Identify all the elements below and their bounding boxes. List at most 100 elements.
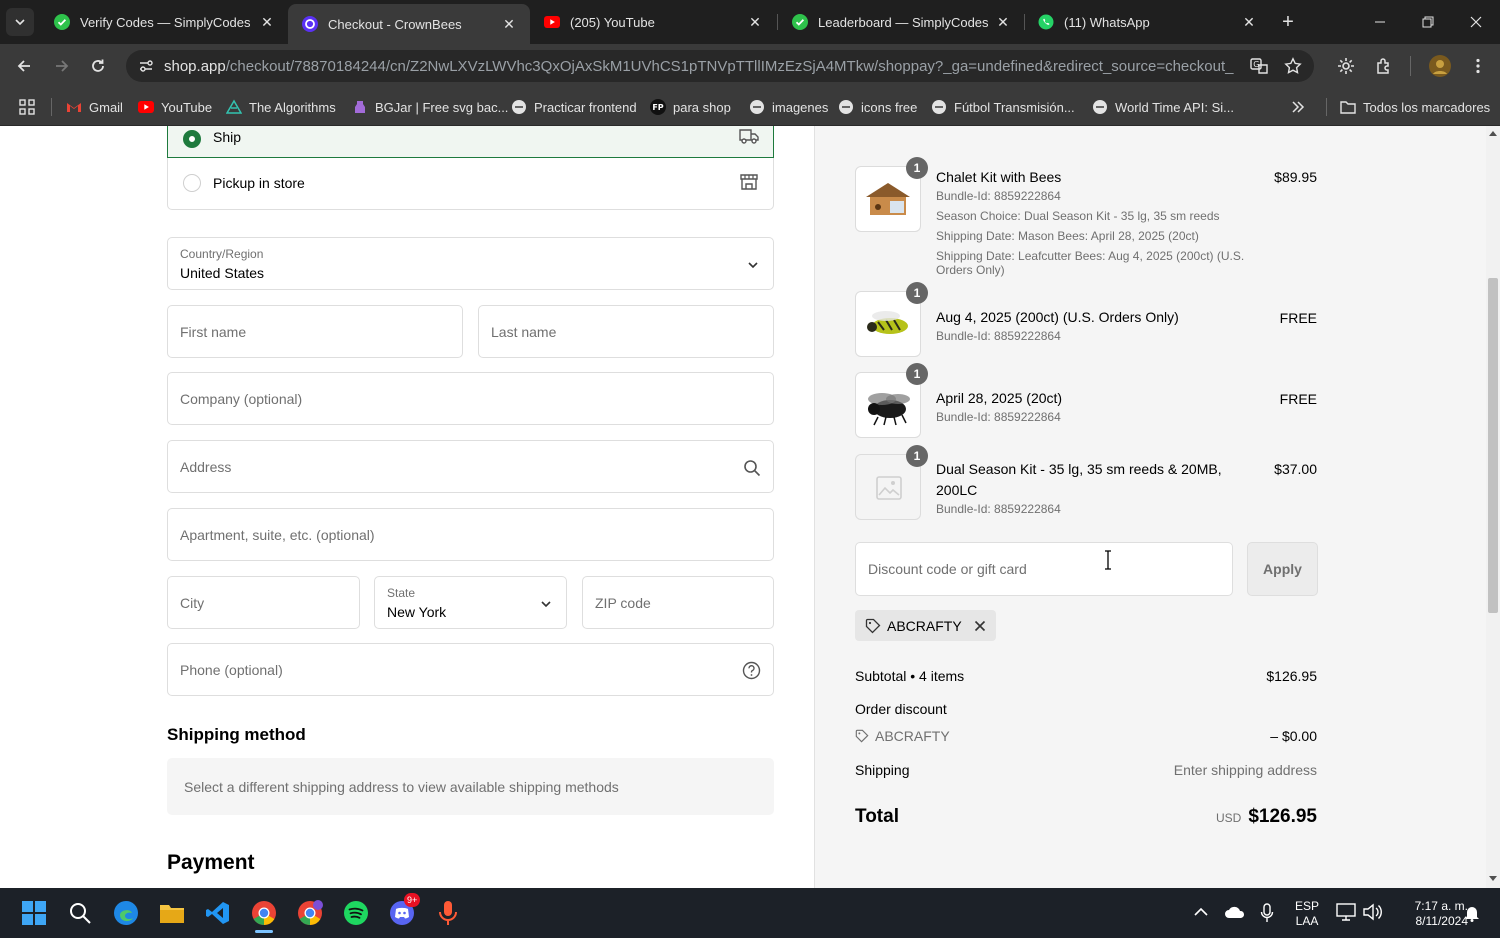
tab-search-button[interactable] <box>6 8 34 36</box>
help-circle-icon[interactable] <box>742 661 761 680</box>
bookmark-gmail[interactable]: Gmail <box>66 97 123 117</box>
volume-icon[interactable] <box>1362 903 1382 921</box>
site-info-icon[interactable] <box>138 58 154 74</box>
company-field[interactable]: Company (optional) <box>167 372 774 425</box>
microphone-icon[interactable] <box>1260 903 1274 923</box>
apps-button[interactable] <box>18 97 36 117</box>
bookmark-icons-free[interactable]: icons free <box>838 97 917 117</box>
tab-leaderboard[interactable]: Leaderboard — SimplyCodes ✕ <box>778 0 1024 44</box>
taskbar-spotify[interactable] <box>340 897 372 929</box>
language-indicator[interactable]: ESP LAA <box>1290 899 1324 929</box>
phone-field[interactable]: Phone (optional) <box>167 643 774 696</box>
taskbar-edge[interactable] <box>110 897 142 929</box>
bookmark-label: Todos los marcadores <box>1363 99 1491 115</box>
taskbar-recorder[interactable] <box>432 897 464 929</box>
quantity-badge: 1 <box>906 363 928 385</box>
close-tab-icon[interactable]: ✕ <box>994 13 1012 31</box>
close-tab-icon[interactable]: ✕ <box>1240 13 1258 31</box>
network-icon[interactable] <box>1336 903 1356 921</box>
order-summary-column: 1 Chalet Kit with Bees $89.95 Bundle-Id:… <box>814 126 1486 888</box>
total-value: $126.95 <box>1248 806 1317 827</box>
address-bar[interactable]: shop.app/checkout/78870184244/cn/Z2NwLXV… <box>126 50 1314 82</box>
close-icon <box>1470 16 1482 28</box>
gmail-icon <box>67 103 81 112</box>
clock[interactable]: 7:17 a. m. 8/11/2024 <box>1392 899 1468 929</box>
extension-gear-icon <box>1338 58 1354 74</box>
bookmark-star-icon[interactable] <box>1284 57 1302 75</box>
onedrive-icon[interactable] <box>1224 905 1246 919</box>
bookmark-futbol[interactable]: Fútbol Transmisión... <box>931 97 1075 117</box>
folder-icon <box>160 905 184 923</box>
taskbar-discord[interactable]: 9+ <box>386 893 421 929</box>
start-button[interactable] <box>18 897 50 929</box>
extension-button[interactable] <box>1332 52 1360 80</box>
restore-button[interactable] <box>1404 0 1452 44</box>
chevron-up-icon[interactable] <box>1194 907 1208 917</box>
close-tab-icon[interactable]: ✕ <box>258 13 276 31</box>
bookmark-youtube[interactable]: YouTube <box>138 97 212 117</box>
city-placeholder: City <box>180 594 205 611</box>
ship-radio[interactable] <box>183 130 201 148</box>
minimize-button[interactable] <box>1356 0 1404 44</box>
address-field[interactable]: Address <box>167 440 774 493</box>
bookmark-bgjar[interactable]: BGJar | Free svg bac... <box>352 97 508 117</box>
apartment-field[interactable]: Apartment, suite, etc. (optional) <box>167 508 774 561</box>
city-field[interactable]: City <box>167 576 360 629</box>
forward-button[interactable] <box>48 52 76 80</box>
close-tab-icon[interactable]: ✕ <box>746 13 764 31</box>
scroll-down-icon[interactable] <box>1489 876 1497 882</box>
zip-field[interactable]: ZIP code <box>582 576 774 629</box>
taskbar-chrome[interactable] <box>248 897 280 933</box>
item-detail: Bundle-Id: 8859222864 <box>936 502 1061 516</box>
bookmark-world-time[interactable]: World Time API: Si... <box>1092 97 1234 117</box>
more-bookmarks-button[interactable] <box>1290 97 1306 117</box>
order-discount-value: – $0.00 <box>1270 728 1317 744</box>
country-select[interactable]: Country/Region United States <box>167 237 774 290</box>
bookmark-practicar[interactable]: Practicar frontend <box>511 97 637 117</box>
close-window-button[interactable] <box>1452 0 1500 44</box>
taskbar-chrome-profile[interactable] <box>294 897 326 929</box>
taskbar-search-button[interactable] <box>64 897 96 929</box>
bookmark-label: BGJar | Free svg bac... <box>375 99 509 115</box>
apply-button[interactable]: Apply <box>1247 542 1318 596</box>
chevron-double-right-icon <box>1292 101 1305 113</box>
tab-youtube[interactable]: (205) YouTube ✕ <box>530 0 776 44</box>
close-tab-icon[interactable]: ✕ <box>500 15 518 33</box>
profile-button[interactable] <box>1426 52 1454 80</box>
scrollbar-thumb[interactable] <box>1488 278 1498 613</box>
tab-verify-codes[interactable]: Verify Codes — SimplyCodes ✕ <box>40 0 288 44</box>
bookmark-algorithms[interactable]: The Algorithms <box>226 97 336 117</box>
new-tab-button[interactable]: + <box>1276 10 1300 34</box>
browser-menu-button[interactable] <box>1464 52 1492 80</box>
translate-icon[interactable]: G <box>1250 57 1268 75</box>
extensions-button[interactable] <box>1370 52 1398 80</box>
reload-button[interactable] <box>84 52 112 80</box>
pickup-radio[interactable] <box>183 174 201 192</box>
minimize-icon <box>1375 21 1385 23</box>
scroll-up-icon[interactable] <box>1489 130 1497 136</box>
taskbar-vscode[interactable] <box>202 897 234 929</box>
notification-bell-icon[interactable] <box>1464 904 1480 922</box>
tab-checkout[interactable]: Checkout - CrownBees ✕ <box>288 4 530 44</box>
shipping-label: Shipping <box>855 762 910 778</box>
tab-whatsapp[interactable]: (11) WhatsApp ✕ <box>1024 0 1270 44</box>
close-icon[interactable] <box>974 620 986 632</box>
first-name-field[interactable]: First name <box>167 305 463 358</box>
page-scrollbar[interactable] <box>1486 126 1500 888</box>
bookmarks-bar: Gmail YouTube The Algorithms BGJar | Fre… <box>0 88 1500 126</box>
bookmark-label: Gmail <box>89 99 123 115</box>
last-name-field[interactable]: Last name <box>478 305 774 358</box>
image-placeholder-icon <box>876 476 902 500</box>
delivery-option-pickup[interactable]: Pickup in store <box>167 158 774 210</box>
back-button[interactable] <box>10 52 38 80</box>
state-select[interactable]: State New York <box>374 576 567 629</box>
truck-icon <box>739 129 759 144</box>
all-bookmarks-button[interactable]: Todos los marcadores <box>1340 97 1490 117</box>
taskbar-file-explorer[interactable] <box>156 897 188 929</box>
bookmarks-divider <box>51 98 52 116</box>
discount-code-input[interactable]: Discount code or gift card <box>855 542 1233 596</box>
bookmark-para-shop[interactable]: FP para shop <box>650 97 731 117</box>
applied-discount-tag: ABCRAFTY <box>855 610 996 641</box>
delivery-option-ship[interactable]: Ship <box>167 126 774 158</box>
bookmark-imagenes[interactable]: imagenes <box>749 97 828 117</box>
